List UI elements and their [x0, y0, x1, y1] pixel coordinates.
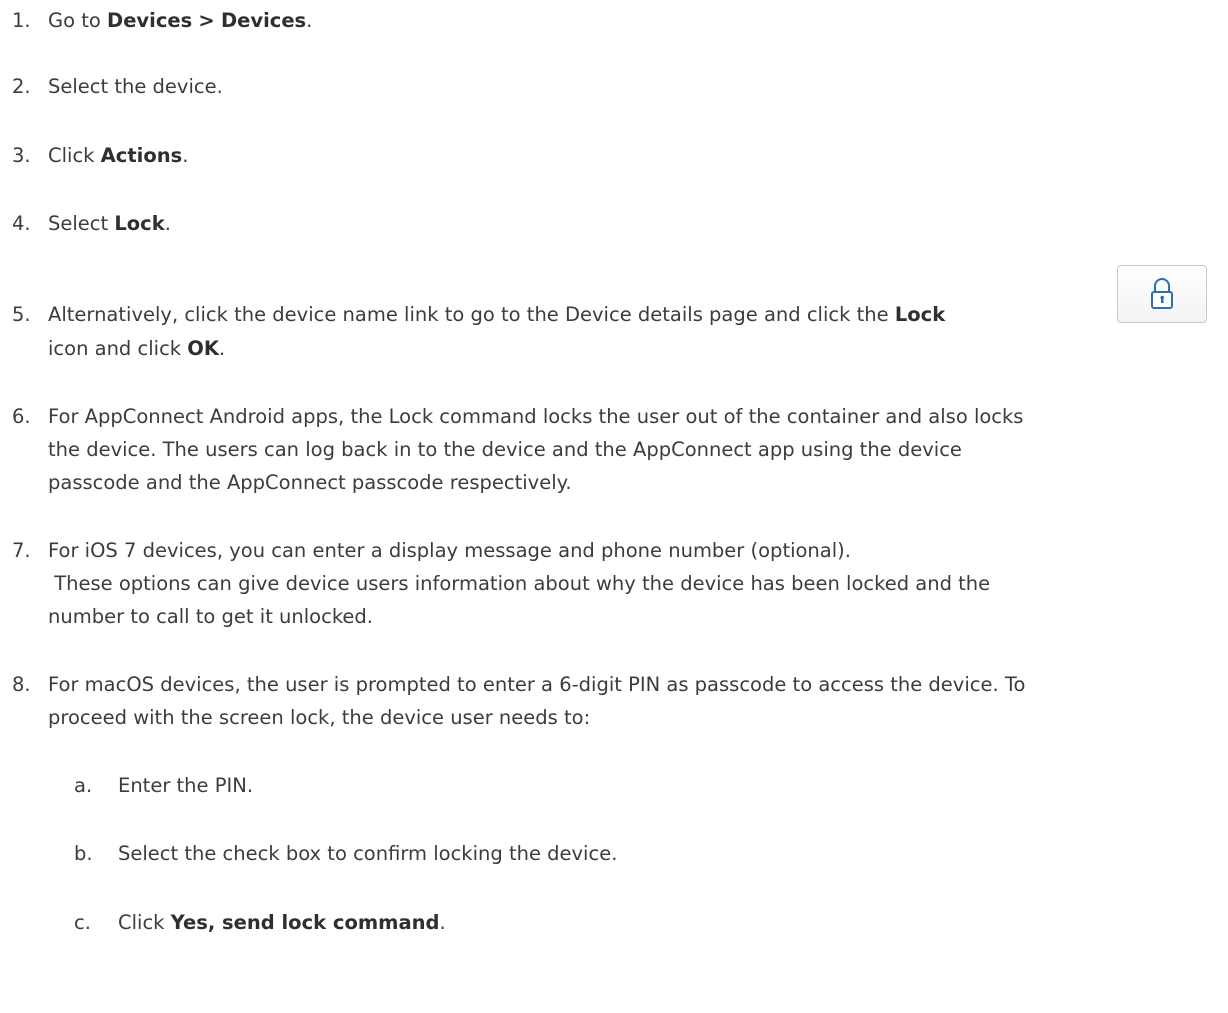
- procedure-document: 1. Go to Devices > Devices. 2. Select th…: [0, 0, 1228, 1013]
- menu-devices: Devices: [107, 9, 193, 32]
- step-text: proceed with the screen lock, the device…: [48, 706, 591, 729]
- step-text: Alternatively, click the device name lin…: [48, 303, 946, 326]
- step-text: Click Actions.: [48, 144, 189, 167]
- step-text: For AppConnect Android apps, the Lock co…: [48, 405, 1024, 428]
- submenu-devices: Devices: [220, 9, 307, 32]
- step-number: 2.: [12, 75, 31, 98]
- step-number: 4.: [12, 212, 31, 235]
- substep-text: Click Yes, send lock command.: [118, 911, 446, 934]
- step-text: These options can give device users info…: [48, 572, 991, 595]
- step-text: For iOS 7 devices, you can enter a displ…: [48, 539, 851, 562]
- step-text: the device. The users can log back in to…: [48, 438, 962, 461]
- step-number: 7.: [12, 539, 31, 562]
- substep-text: Select the check box to confirm locking …: [118, 842, 618, 865]
- step-number: 5.: [12, 303, 31, 326]
- step-text: icon and click OK.: [48, 337, 226, 360]
- breadcrumb-separator: >: [198, 9, 215, 32]
- lock-label: Lock: [114, 212, 165, 235]
- step-number: 6.: [12, 405, 31, 428]
- ok-label: OK: [187, 337, 219, 360]
- actions-label: Actions: [100, 144, 183, 167]
- step-number: 8.: [12, 673, 31, 696]
- send-lock-command-label: Yes, send lock command: [170, 911, 440, 934]
- substep-text: Enter the PIN.: [118, 774, 254, 797]
- lock-label: Lock: [894, 303, 946, 326]
- step-number: 1.: [12, 9, 31, 32]
- substep-letter: a.: [74, 774, 93, 797]
- step-number: 3.: [12, 144, 31, 167]
- step-text: passcode and the AppConnect passcode res…: [48, 471, 572, 494]
- step-text: Select the device.: [48, 75, 223, 98]
- step-text: Select Lock.: [48, 212, 171, 235]
- step-text: number to call to get it unlocked.: [48, 605, 373, 628]
- lock-button[interactable]: [1117, 265, 1207, 323]
- substep-letter: c.: [74, 911, 91, 934]
- lock-icon: [1151, 278, 1173, 309]
- step-text: Go to Devices > Devices.: [48, 9, 313, 32]
- step-text: For macOS devices, the user is prompted …: [48, 673, 1026, 696]
- substep-letter: b.: [74, 842, 93, 865]
